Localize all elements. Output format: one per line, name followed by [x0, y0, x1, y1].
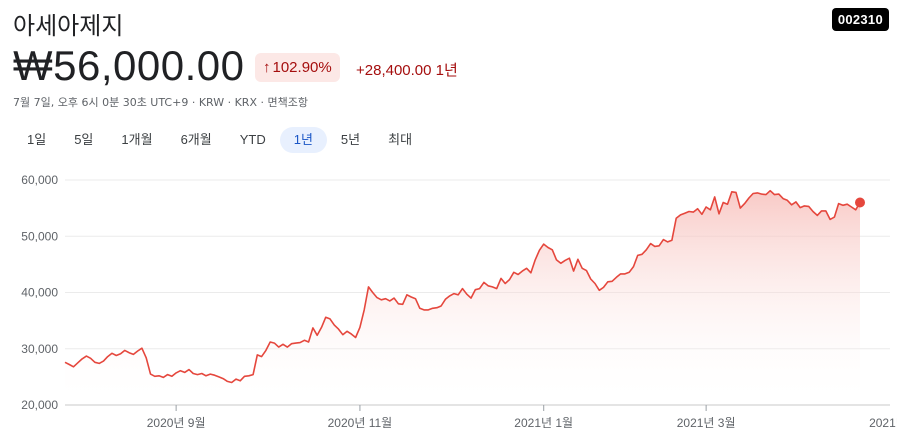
y-tick-label: 20,000 — [21, 398, 58, 412]
x-tick-label: 2021년 3월 — [677, 416, 736, 430]
x-tick-label: 2021년 5월 — [869, 416, 897, 430]
y-tick-label: 60,000 — [21, 173, 58, 187]
latest-price-dot — [855, 197, 865, 208]
x-tick-label: 2021년 1월 — [514, 416, 573, 430]
y-tick-label: 30,000 — [21, 342, 58, 356]
price-chart: 20,00030,00040,00050,00060,000 2020년 9월 2… — [21, 173, 897, 430]
x-axis: 2020년 9월 2020년 11월 2021년 1월 2021년 3월 2021년 5… — [147, 405, 897, 430]
y-tick-label: 40,000 — [21, 286, 58, 300]
x-tick-label: 2020년 9월 — [147, 416, 206, 430]
x-tick-label: 2020년 11월 — [328, 416, 393, 430]
y-axis: 20,000 30,000 40,000 50,000 60,000 — [21, 173, 58, 412]
y-tick-label: 50,000 — [21, 229, 58, 243]
